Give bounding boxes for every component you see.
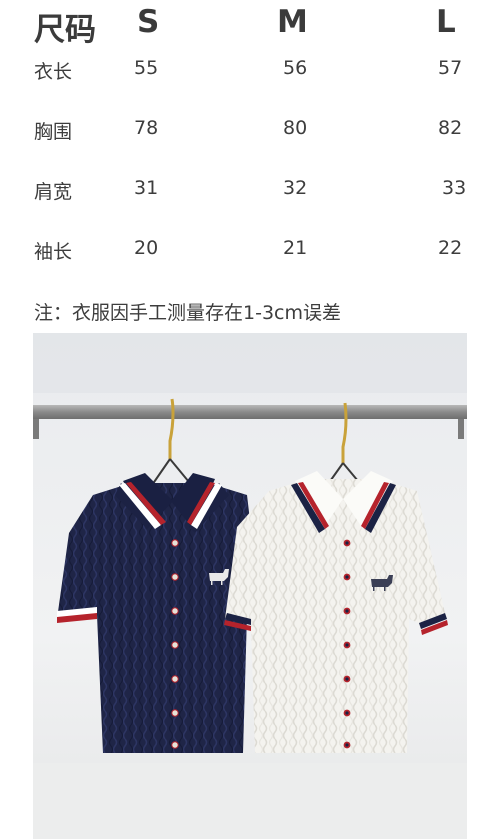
size-table-title: 尺码 — [34, 12, 96, 48]
row-sleeve-s: 20 — [134, 237, 159, 259]
size-header-s: S — [137, 4, 160, 40]
row-chest-m: 80 — [283, 117, 308, 139]
row-label-length: 衣长 — [34, 61, 73, 83]
product-photo — [33, 333, 467, 839]
row-label-chest: 胸围 — [34, 121, 73, 143]
row-label-sleeve: 袖长 — [34, 241, 73, 263]
row-length-s: 55 — [134, 57, 159, 79]
row-label-shoulder: 肩宽 — [34, 181, 73, 203]
row-chest-l: 82 — [438, 117, 463, 139]
size-table: 尺码 S M L 衣长 55 56 57 胸围 78 80 82 肩宽 31 3… — [0, 0, 500, 290]
row-sleeve-l: 22 — [438, 237, 463, 259]
row-shoulder-m: 32 — [283, 177, 308, 199]
row-chest-s: 78 — [134, 117, 159, 139]
row-shoulder-l: 33 — [442, 177, 467, 199]
row-sleeve-m: 21 — [283, 237, 308, 259]
measurement-note: 注：衣服因手工测量存在1-3cm误差 — [34, 302, 341, 324]
size-header-l: L — [436, 4, 456, 40]
row-length-l: 57 — [438, 57, 463, 79]
row-length-m: 56 — [283, 57, 308, 79]
row-shoulder-s: 31 — [134, 177, 159, 199]
size-header-m: M — [277, 4, 308, 40]
